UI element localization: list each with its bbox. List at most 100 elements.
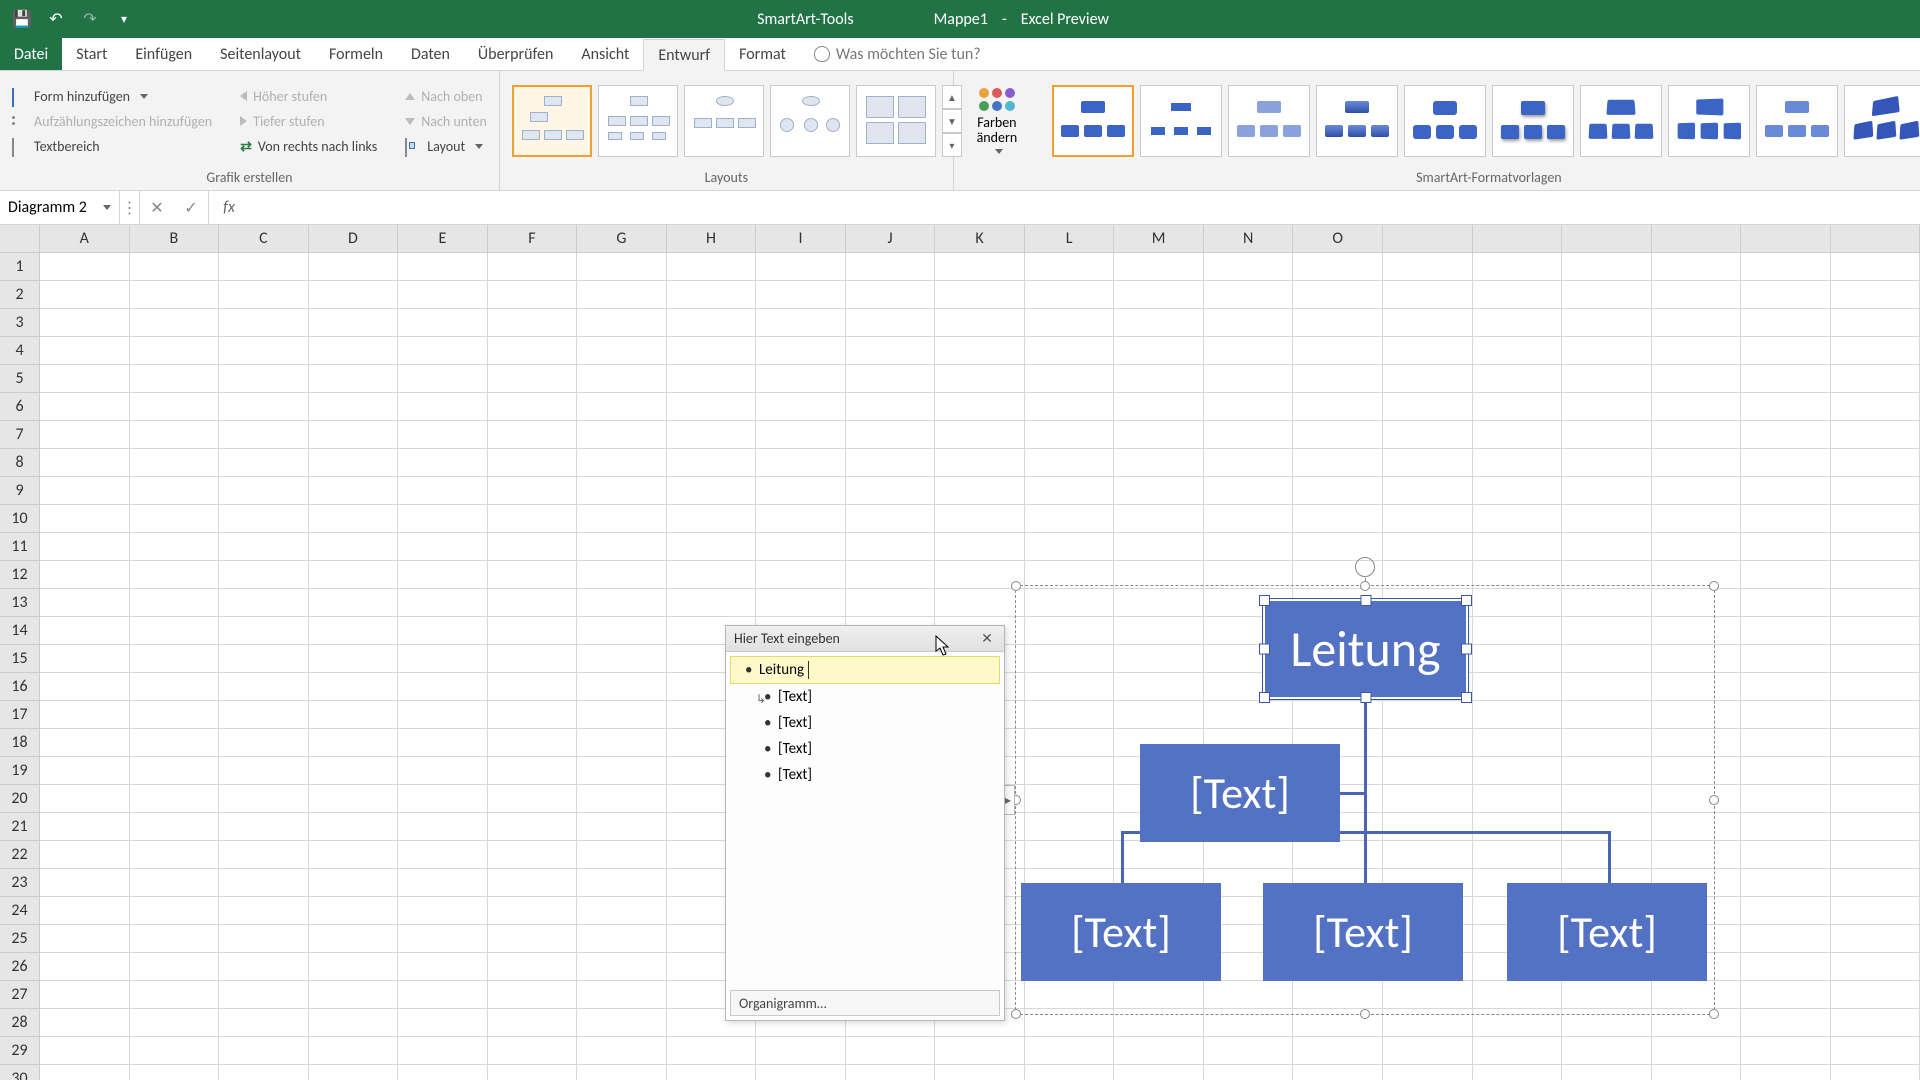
text-pane-item-3[interactable]: [Text]	[730, 710, 1000, 736]
column-header[interactable]: F	[488, 225, 578, 253]
smartart-object[interactable]: ▸ Leitung [Text] [Text] [Text] [Text]	[1015, 585, 1715, 1015]
close-icon[interactable]: ✕	[978, 630, 996, 648]
name-box[interactable]: Diagramm 2	[0, 191, 120, 224]
layout-option-2[interactable]	[598, 85, 678, 157]
org-node-child-3[interactable]: [Text]	[1507, 883, 1707, 981]
smartart-text-pane[interactable]: Hier Text eingeben ✕ Leitung ↳[Text] [Te…	[725, 625, 1005, 1021]
style-option-3[interactable]	[1228, 85, 1310, 157]
text-pane-toggle[interactable]: Textbereich	[8, 136, 216, 157]
column-header[interactable]: N	[1204, 225, 1294, 253]
shape-handle[interactable]	[1360, 692, 1371, 703]
tab-data[interactable]: Daten	[397, 38, 464, 70]
column-header[interactable]: D	[309, 225, 399, 253]
column-header[interactable]: A	[40, 225, 130, 253]
row-header[interactable]: 6	[0, 393, 40, 421]
row-header[interactable]: 7	[0, 421, 40, 449]
row-header[interactable]: 12	[0, 561, 40, 589]
style-option-8[interactable]	[1668, 85, 1750, 157]
tab-start[interactable]: Start	[62, 38, 121, 70]
add-shape-button[interactable]: Form hinzufügen	[8, 86, 216, 107]
column-header[interactable]: G	[577, 225, 667, 253]
row-header[interactable]: 24	[0, 897, 40, 925]
rtl-button[interactable]: ⇄ Von rechts nach links	[236, 136, 381, 157]
formula-bar-input[interactable]	[249, 191, 1920, 224]
shape-handle[interactable]	[1259, 644, 1270, 655]
shape-handle[interactable]	[1461, 644, 1472, 655]
row-header[interactable]: 16	[0, 673, 40, 701]
row-header[interactable]: 29	[0, 1037, 40, 1065]
row-header[interactable]: 20	[0, 785, 40, 813]
text-pane-item-1[interactable]: Leitung	[730, 656, 1000, 684]
layout-option-4[interactable]	[770, 85, 850, 157]
row-header[interactable]: 22	[0, 841, 40, 869]
row-header[interactable]: 19	[0, 757, 40, 785]
row-header[interactable]: 3	[0, 309, 40, 337]
row-header[interactable]: 11	[0, 533, 40, 561]
column-header[interactable]: E	[398, 225, 488, 253]
row-header[interactable]: 18	[0, 729, 40, 757]
row-header[interactable]: 14	[0, 617, 40, 645]
tab-file[interactable]: Datei	[0, 38, 62, 70]
layout-option-5[interactable]	[856, 85, 936, 157]
column-header[interactable]: M	[1114, 225, 1204, 253]
row-header[interactable]: 10	[0, 505, 40, 533]
rotate-handle-icon[interactable]	[1355, 557, 1375, 577]
column-header[interactable]: O	[1293, 225, 1383, 253]
org-node-child-1[interactable]: [Text]	[1021, 883, 1221, 981]
style-option-4[interactable]	[1316, 85, 1398, 157]
worksheet-grid[interactable]: ABCDEFGHIJKLMNO 123456789101112131415161…	[0, 225, 1920, 1080]
row-header[interactable]: 27	[0, 981, 40, 1009]
shape-handle[interactable]	[1360, 595, 1371, 606]
row-header[interactable]: 26	[0, 953, 40, 981]
row-header[interactable]: 21	[0, 813, 40, 841]
row-header[interactable]: 4	[0, 337, 40, 365]
redo-icon[interactable]: ↷	[80, 9, 100, 29]
tab-review[interactable]: Überprüfen	[464, 38, 567, 70]
tab-insert[interactable]: Einfügen	[121, 38, 206, 70]
shape-handle[interactable]	[1259, 692, 1270, 703]
row-header[interactable]: 23	[0, 869, 40, 897]
style-option-2[interactable]	[1140, 85, 1222, 157]
tab-design[interactable]: Entwurf	[643, 39, 725, 71]
text-pane-item-2[interactable]: ↳[Text]	[730, 684, 1000, 710]
row-header[interactable]: 5	[0, 365, 40, 393]
row-header[interactable]: 8	[0, 449, 40, 477]
text-pane-item-5[interactable]: [Text]	[730, 762, 1000, 788]
undo-icon[interactable]: ↶	[46, 9, 66, 29]
select-all-corner[interactable]	[0, 225, 40, 253]
column-header[interactable]: H	[667, 225, 757, 253]
layout-option-3[interactable]	[684, 85, 764, 157]
shape-handle[interactable]	[1461, 692, 1472, 703]
customize-qat-icon[interactable]: ▾	[114, 9, 134, 29]
tab-formulas[interactable]: Formeln	[315, 38, 397, 70]
column-header[interactable]: K	[935, 225, 1025, 253]
row-header[interactable]: 13	[0, 589, 40, 617]
tell-me-search[interactable]: Was möchten Sie tun?	[800, 38, 995, 70]
org-node-assistant[interactable]: [Text]	[1140, 744, 1340, 842]
row-header[interactable]: 28	[0, 1009, 40, 1037]
style-option-9[interactable]	[1756, 85, 1838, 157]
tab-view[interactable]: Ansicht	[567, 38, 643, 70]
fx-icon[interactable]: fx	[209, 191, 249, 224]
org-node-top[interactable]: Leitung	[1263, 599, 1468, 699]
row-header[interactable]: 2	[0, 281, 40, 309]
row-header[interactable]: 17	[0, 701, 40, 729]
change-colors-button[interactable]: Farben ändern	[962, 77, 1032, 165]
column-header[interactable]: B	[130, 225, 220, 253]
column-header[interactable]: I	[756, 225, 846, 253]
row-header[interactable]: 9	[0, 477, 40, 505]
enter-formula-button[interactable]: ✓	[174, 198, 208, 218]
save-icon[interactable]: 💾	[12, 9, 32, 29]
row-header[interactable]: 15	[0, 645, 40, 673]
org-node-child-2[interactable]: [Text]	[1263, 883, 1463, 981]
row-header[interactable]: 25	[0, 925, 40, 953]
column-header[interactable]: C	[219, 225, 309, 253]
style-option-10[interactable]	[1844, 85, 1920, 157]
row-header[interactable]: 1	[0, 253, 40, 281]
text-pane-item-4[interactable]: [Text]	[730, 736, 1000, 762]
style-option-5[interactable]	[1404, 85, 1486, 157]
style-option-7[interactable]	[1580, 85, 1662, 157]
text-pane-header[interactable]: Hier Text eingeben ✕	[726, 626, 1004, 652]
tab-page-layout[interactable]: Seitenlayout	[206, 38, 315, 70]
shape-handle[interactable]	[1259, 595, 1270, 606]
